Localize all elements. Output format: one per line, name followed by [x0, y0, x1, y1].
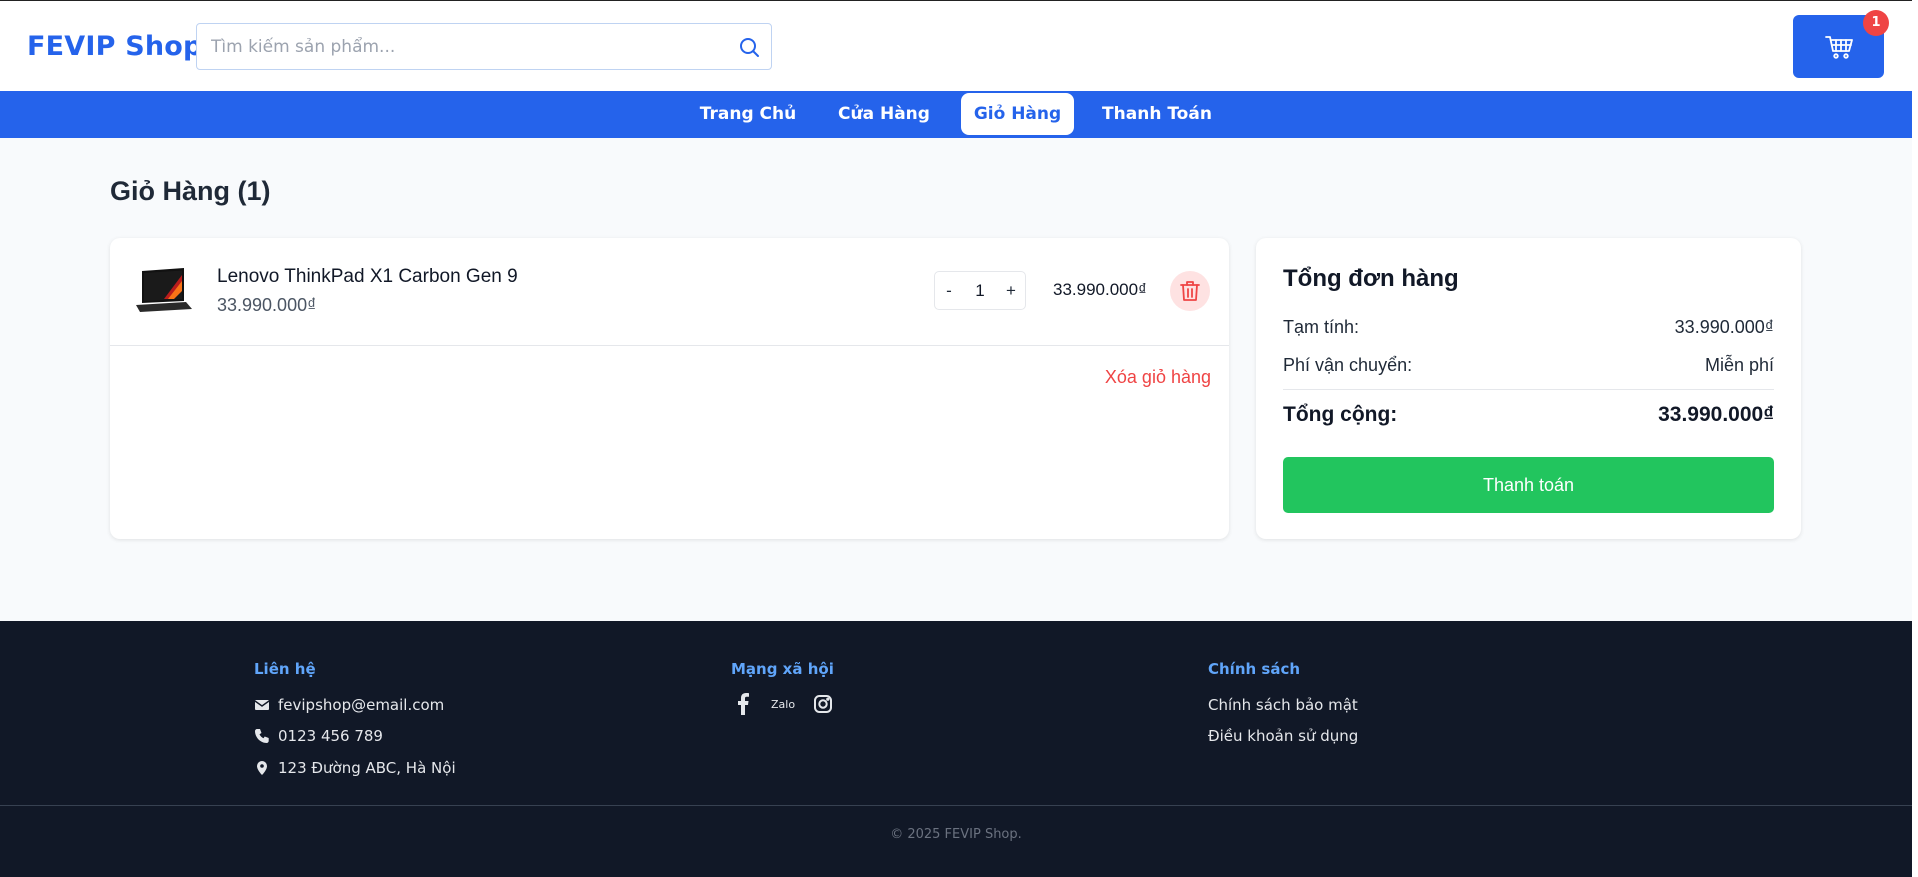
total-value: 33.990.000₫	[1658, 403, 1774, 426]
product-name[interactable]: Lenovo ThinkPad X1 Carbon Gen 9	[217, 266, 518, 288]
remove-item-button[interactable]	[1170, 271, 1210, 311]
summary-divider	[1283, 389, 1774, 390]
social-heading: Mạng xã hội	[731, 660, 834, 678]
shipping-label: Phí vận chuyển:	[1283, 355, 1413, 375]
clear-cart-button[interactable]: Xóa giỏ hàng	[1105, 367, 1211, 388]
search-input[interactable]	[197, 24, 727, 69]
copyright: © 2025 FEVIP Shop.	[890, 827, 1022, 842]
total-label: Tổng cộng:	[1283, 403, 1398, 426]
site-footer: Liên hệ fevipshop@email.com 0123 456 789…	[0, 621, 1912, 877]
tab-home[interactable]: Trang Chủ	[688, 93, 808, 135]
envelope-icon	[254, 700, 270, 710]
policy-heading: Chính sách	[1208, 660, 1301, 678]
product-unit-price: 33.990.000₫	[217, 295, 317, 315]
product-thumbnail[interactable]	[134, 265, 194, 315]
phone-icon	[255, 729, 269, 743]
page-title: Giỏ Hàng (1)	[110, 176, 271, 206]
cart-icon	[1825, 36, 1853, 59]
trash-icon	[1180, 281, 1200, 301]
cart-items-card: Lenovo ThinkPad X1 Carbon Gen 9 33.990.0…	[110, 238, 1229, 539]
location-icon	[257, 761, 267, 775]
cart-count-badge: 1	[1863, 10, 1889, 36]
increase-quantity-button[interactable]: +	[997, 272, 1025, 309]
brand-logo[interactable]: FEVIP Shop	[27, 31, 203, 62]
line-total: 33.990.000₫	[1053, 280, 1147, 299]
summary-title: Tổng đơn hàng	[1283, 265, 1459, 292]
terms-link[interactable]: Điều khoản sử dụng	[1208, 727, 1358, 745]
contact-address: 123 Đường ABC, Hà Nội	[278, 759, 456, 777]
subtotal-value: 33.990.000₫	[1674, 317, 1774, 337]
subtotal-label: Tạm tính:	[1283, 317, 1360, 337]
page-scrollbar[interactable]	[1912, 0, 1918, 877]
checkout-button[interactable]: Thanh toán	[1283, 457, 1774, 513]
tab-store[interactable]: Cửa Hàng	[826, 93, 942, 135]
instagram-icon[interactable]	[813, 694, 833, 714]
main-nav: Trang Chủ Cửa Hàng Giỏ Hàng Thanh Toán	[0, 91, 1912, 138]
facebook-icon[interactable]	[733, 693, 753, 715]
privacy-policy-link[interactable]: Chính sách bảo mật	[1208, 696, 1358, 714]
cart-item-row: Lenovo ThinkPad X1 Carbon Gen 9 33.990.0…	[110, 238, 1229, 346]
quantity-value[interactable]: 1	[963, 272, 997, 309]
quantity-stepper: - 1 +	[934, 271, 1026, 310]
shipping-value: Miễn phí	[1704, 355, 1774, 375]
contact-phone[interactable]: 0123 456 789	[278, 727, 383, 745]
search-bar	[196, 23, 772, 70]
tab-cart[interactable]: Giỏ Hàng	[961, 93, 1074, 135]
decrease-quantity-button[interactable]: -	[935, 272, 963, 309]
contact-heading: Liên hệ	[254, 660, 316, 678]
search-icon[interactable]	[737, 35, 761, 59]
contact-email[interactable]: fevipshop@email.com	[278, 696, 444, 714]
site-header: FEVIP Shop	[0, 1, 1912, 91]
zalo-link[interactable]: Zalo	[771, 698, 795, 711]
tab-checkout[interactable]: Thanh Toán	[1093, 93, 1221, 135]
order-summary-card: Tổng đơn hàng Tạm tính: 33.990.000₫ Phí …	[1256, 238, 1801, 539]
footer-divider	[0, 805, 1912, 806]
